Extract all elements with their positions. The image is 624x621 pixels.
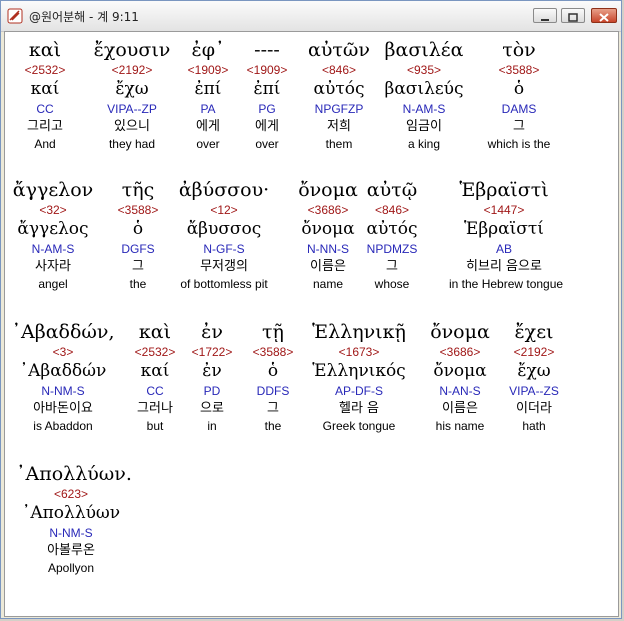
close-icon <box>599 13 609 22</box>
greek-word: βασιλέα <box>384 39 464 61</box>
korean-gloss: 헬라 음 <box>338 401 379 416</box>
korean-gloss: 임금이 <box>406 119 442 134</box>
morphology-code: N-GF-S <box>203 242 245 256</box>
english-gloss: a king <box>407 137 441 151</box>
greek-word: ἀβύσσου· <box>178 179 270 201</box>
strong-number: <3588> <box>498 63 540 77</box>
word-entry[interactable]: τὸν <3588> ὁ DAMS 그 which is the <box>464 38 574 152</box>
greek-word: Ἑβραϊστὶ <box>459 179 549 201</box>
greek-word: αὐτῷ <box>366 179 418 201</box>
lemma: ὁ <box>513 79 525 99</box>
word-entry[interactable]: αὐτῷ <846> αὐτός NPDMZS 그 whose <box>337 178 447 292</box>
lemma: αὐτός <box>366 219 418 239</box>
english-gloss: in the Hebrew tongue <box>449 277 564 291</box>
english-gloss: which is the <box>487 137 551 151</box>
lemma: ᾿Απολλύων <box>21 503 121 523</box>
bible-app-icon <box>7 8 23 24</box>
strong-number: <2192> <box>513 345 555 359</box>
morphology-code: NPDMZS <box>366 242 418 256</box>
minimize-button[interactable] <box>533 8 557 23</box>
morphology-code: AP-DF-S <box>335 384 383 398</box>
lemma: ἄβυσσος <box>186 219 262 239</box>
title-bar[interactable]: @원어분해 - 계 9:11 <box>1 1 621 32</box>
english-gloss: Greek tongue <box>322 419 396 433</box>
english-gloss: Apollyon <box>47 561 95 575</box>
minimize-icon <box>541 19 549 21</box>
morphology-code: DAMS <box>501 102 537 116</box>
window-title: @원어분해 - 계 9:11 <box>29 10 139 24</box>
korean-gloss: 그 <box>513 119 525 134</box>
lemma: ἔχω <box>517 361 551 381</box>
morphology-code: N-AM-S <box>402 102 446 116</box>
strong-number: <623> <box>53 487 89 501</box>
greek-word: Ἑλληνικῇ <box>312 321 406 343</box>
strong-number: <1447> <box>483 203 525 217</box>
greek-word: ᾿Απολλύων. <box>16 463 132 485</box>
word-entry[interactable]: Ἑβραϊστὶ <1447> Ἑβραϊστί AB 히브리 음으로 in the He… <box>449 178 564 292</box>
korean-gloss: 이더라 <box>516 401 552 416</box>
morphology-code: N-NM-S <box>49 526 93 540</box>
lemma: Ἑβραϊστί <box>464 219 544 239</box>
analysis-window: @원어분해 - 계 9:11 καὶ <2532> καί CC 그리고 And ἔχουσ… <box>0 0 622 619</box>
strong-number: <1673> <box>338 345 380 359</box>
english-gloss: of bottomless pit <box>180 277 268 291</box>
korean-gloss: 아볼루온 <box>47 543 95 558</box>
greek-word: τὸν <box>502 39 536 61</box>
strong-number: <846> <box>374 203 410 217</box>
word-entry[interactable]: βασιλέα <935> βασιλεύς N-AM-S 임금이 a king <box>369 38 479 152</box>
greek-word: ἔχει <box>514 321 554 343</box>
strong-number: <12> <box>210 203 238 217</box>
morphology-code: AB <box>495 242 512 256</box>
word-entry[interactable]: ἔχει <2192> ἔχω VIPA--ZS 이더라 hath <box>479 320 589 434</box>
english-gloss: whose <box>374 277 410 291</box>
word-entry[interactable]: ᾿Απολλύων. <623> ᾿Απολλύων N-NM-S 아볼루온 Apolly… <box>16 462 132 576</box>
lemma: Ἑλληνικός <box>312 361 406 381</box>
english-gloss: hath <box>522 419 546 433</box>
maximize-button[interactable] <box>561 8 585 23</box>
word-entry[interactable]: Ἑλληνικῇ <1673> Ἑλληνικός AP-DF-S 헬라 음 Greek … <box>304 320 414 434</box>
korean-gloss: 그 <box>386 259 398 274</box>
maximize-icon <box>568 13 578 22</box>
korean-gloss: 무저갱의 <box>200 259 248 274</box>
lemma: βασιλεύς <box>384 79 464 99</box>
morphology-code: VIPA--ZS <box>509 384 559 398</box>
word-analysis-pane[interactable]: καὶ <2532> καί CC 그리고 And ἔχουσιν <2192> ἔχω VIPA… <box>4 31 619 617</box>
close-button[interactable] <box>591 8 617 23</box>
strong-number: <935> <box>406 63 442 77</box>
korean-gloss: 히브리 음으로 <box>466 259 542 274</box>
word-entry[interactable]: ἀβύσσου· <12> ἄβυσσος N-GF-S 무저갱의 of bottomle… <box>169 178 279 292</box>
